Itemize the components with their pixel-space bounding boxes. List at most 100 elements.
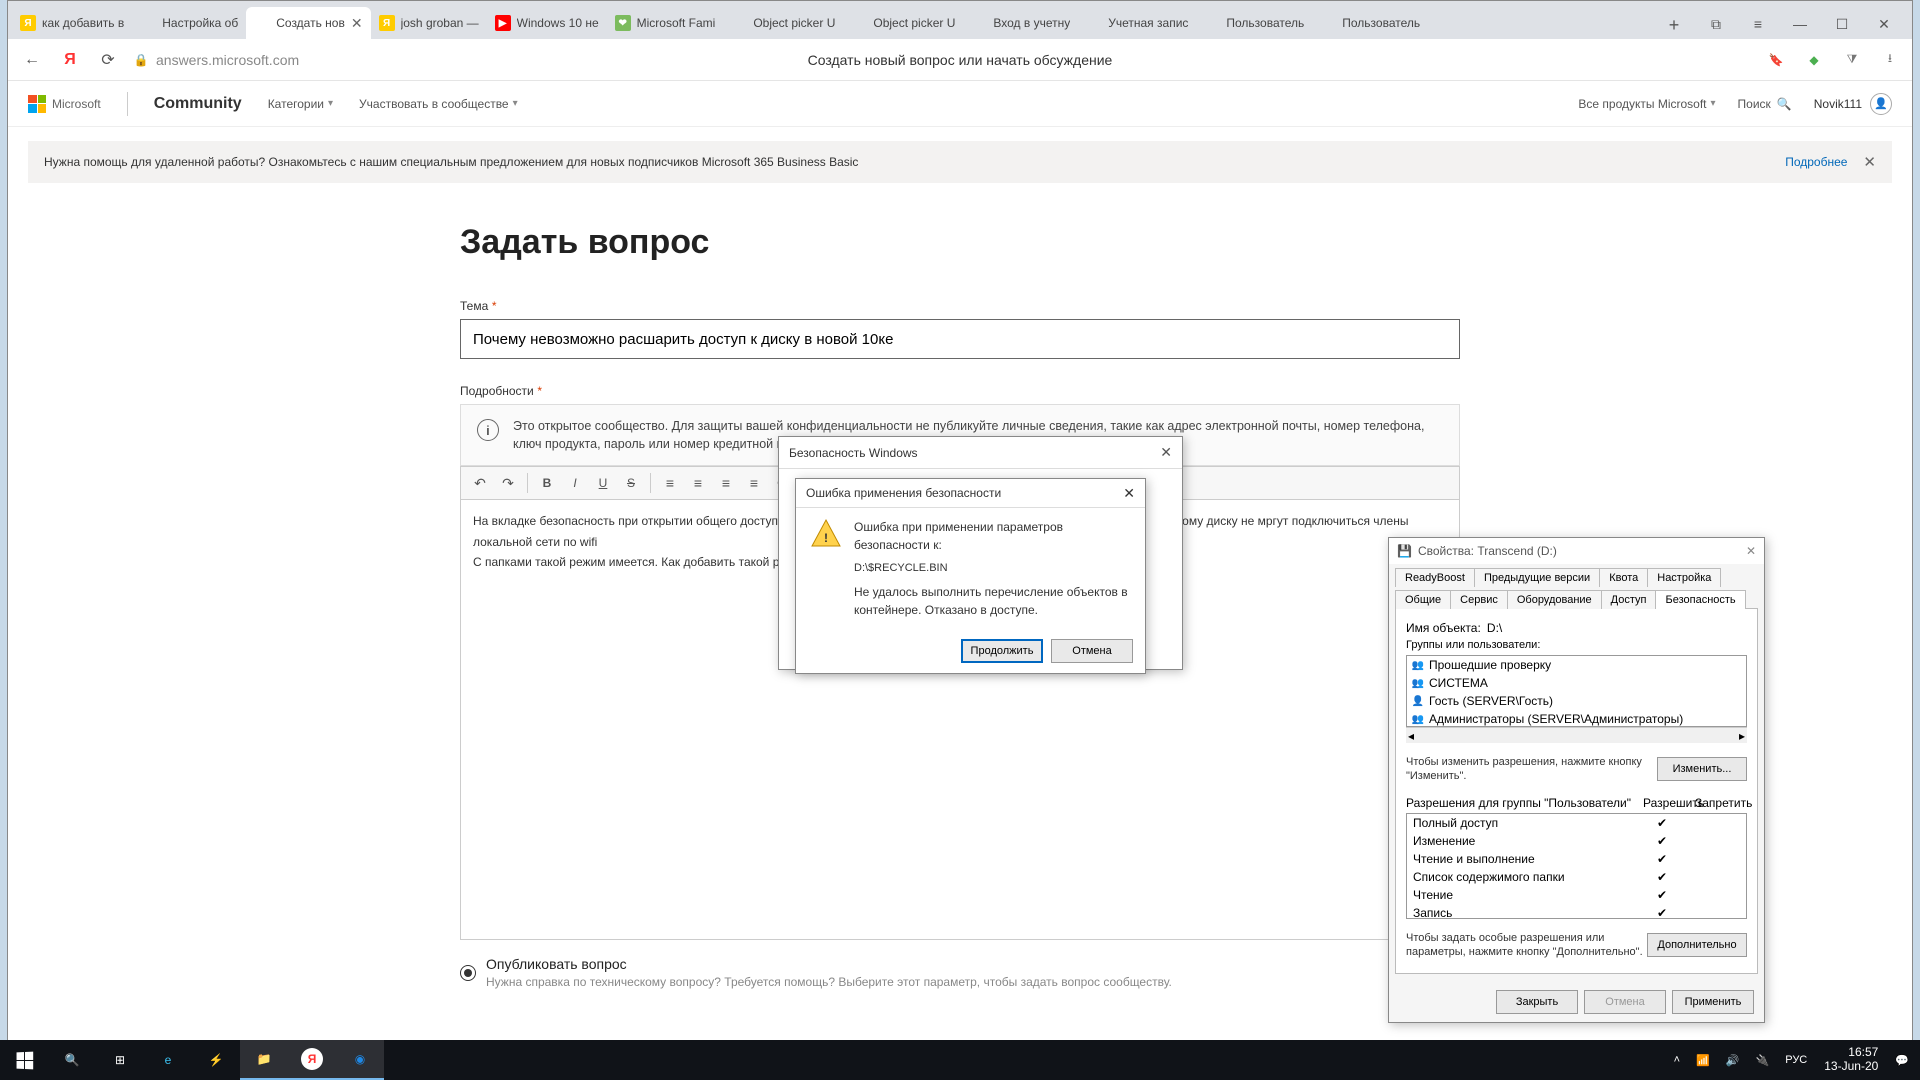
page-heading: Задать вопрос <box>460 223 1460 262</box>
list-item[interactable]: 👤Гость (SERVER\Гость) <box>1407 692 1746 710</box>
groups-listbox[interactable]: 👥Прошедшие проверку👥СИСТЕМА👤Гость (SERVE… <box>1406 655 1747 727</box>
property-tab[interactable]: Настройка <box>1647 568 1721 587</box>
yandex-home-button[interactable]: Я <box>56 46 84 74</box>
permissions-list[interactable]: Полный доступ✔Изменение✔Чтение и выполне… <box>1406 813 1747 919</box>
strike-button[interactable]: S <box>618 470 644 496</box>
cancel-button[interactable]: Отмена <box>1051 639 1133 663</box>
browser-tab[interactable]: Яjosh groban — <box>371 7 487 39</box>
redo-button[interactable]: ↷ <box>495 470 521 496</box>
taskbar: 🔍 ⊞ e ⚡ 📁 Я ◉ ˄ 📶 🔊 🔌 РУС 16:57 13-Jun-2… <box>0 1040 1920 1080</box>
banner-link[interactable]: Подробнее <box>1785 155 1847 169</box>
close-icon[interactable]: ✕ <box>1160 444 1172 461</box>
property-tab[interactable]: Безопасность <box>1655 590 1745 609</box>
close-tab-icon[interactable]: ✕ <box>351 15 363 32</box>
favicon <box>851 15 867 31</box>
publish-question-radio[interactable] <box>460 965 476 981</box>
bold-button[interactable]: B <box>534 470 560 496</box>
property-tab[interactable]: Квота <box>1599 568 1648 587</box>
teamviewer-app-icon[interactable]: ◉ <box>336 1040 384 1080</box>
bookmark-icon[interactable]: 🔖 <box>1764 48 1788 72</box>
network-icon[interactable]: 📶 <box>1689 1040 1717 1080</box>
permission-row: Чтение✔ <box>1407 886 1746 904</box>
cancel-button[interactable]: Отмена <box>1584 990 1666 1014</box>
browser-tab[interactable]: Вход в учетну <box>963 7 1078 39</box>
allow-check: ✔ <box>1636 852 1688 866</box>
power-icon[interactable]: 🔌 <box>1749 1040 1777 1080</box>
close-icon[interactable]: ✕ <box>1746 544 1756 558</box>
winamp-app-icon[interactable]: ⚡ <box>192 1040 240 1080</box>
property-tab[interactable]: ReadyBoost <box>1395 568 1475 587</box>
categories-menu[interactable]: Категории▾ <box>268 97 333 111</box>
browser-tab[interactable]: ❤Microsoft Fami <box>607 7 724 39</box>
clock[interactable]: 16:57 13-Jun-20 <box>1816 1040 1886 1080</box>
italic-button[interactable]: I <box>562 470 588 496</box>
dialog-title: Ошибка применения безопасности <box>806 486 1001 500</box>
start-button[interactable] <box>0 1040 48 1080</box>
align-left-button[interactable]: ≡ <box>657 470 683 496</box>
browser-menu-button[interactable]: ≡ <box>1740 9 1776 39</box>
close-icon[interactable]: ✕ <box>1123 485 1135 502</box>
browser-tab[interactable]: Создать нов✕ <box>246 7 370 39</box>
browser-tab[interactable]: Настройка об <box>132 7 246 39</box>
property-tab[interactable]: Общие <box>1395 590 1451 609</box>
align-right-button[interactable]: ≡ <box>713 470 739 496</box>
user-menu[interactable]: Novik111👤 <box>1814 93 1892 115</box>
tray-chevron-icon[interactable]: ˄ <box>1667 1040 1687 1080</box>
window-maximize-button[interactable]: ☐ <box>1824 9 1860 39</box>
notifications-icon[interactable]: 💬 <box>1888 1040 1916 1080</box>
align-justify-button[interactable]: ≡ <box>741 470 767 496</box>
browser-tab[interactable]: Object picker U <box>843 7 963 39</box>
browser-tab[interactable]: Учетная запис <box>1078 7 1196 39</box>
undo-button[interactable]: ↶ <box>467 470 493 496</box>
microsoft-logo[interactable]: Microsoft <box>28 95 101 113</box>
property-tab[interactable]: Оборудование <box>1507 590 1602 609</box>
underline-button[interactable]: U <box>590 470 616 496</box>
browser-tab[interactable]: Якак добавить в <box>12 7 132 39</box>
yandex-browser-app-icon[interactable]: Я <box>288 1040 336 1080</box>
apply-button[interactable]: Применить <box>1672 990 1754 1014</box>
list-item[interactable]: 👥СИСТЕМА <box>1407 674 1746 692</box>
banner-close-button[interactable]: ✕ <box>1863 153 1876 171</box>
tabs-overview-button[interactable]: ⧉ <box>1698 9 1734 39</box>
list-item[interactable]: 👥Прошедшие проверку <box>1407 656 1746 674</box>
advanced-button[interactable]: Дополнительно <box>1647 933 1747 957</box>
address-bar: ← Я ⟳ 🔒 answers.microsoft.com Создать но… <box>8 39 1912 81</box>
continue-button[interactable]: Продолжить <box>961 639 1043 663</box>
warning-icon: ! <box>810 518 842 550</box>
search-button[interactable]: 🔍 <box>48 1040 96 1080</box>
property-tab[interactable]: Сервис <box>1450 590 1508 609</box>
participate-menu[interactable]: Участвовать в сообществе▾ <box>359 97 518 111</box>
task-view-button[interactable]: ⊞ <box>96 1040 144 1080</box>
list-item[interactable]: 👥Администраторы (SERVER\Администраторы) <box>1407 710 1746 727</box>
property-tab[interactable]: Предыдущие версии <box>1474 568 1600 587</box>
edge-app-icon[interactable]: e <box>144 1040 192 1080</box>
change-button[interactable]: Изменить... <box>1657 757 1747 781</box>
window-minimize-button[interactable]: — <box>1782 9 1818 39</box>
browser-tab[interactable]: Пользователь <box>1196 7 1312 39</box>
products-menu[interactable]: Все продукты Microsoft▾ <box>1578 97 1715 111</box>
theme-input[interactable] <box>460 319 1460 359</box>
extensions-icon[interactable]: ⧩ <box>1840 48 1864 72</box>
new-tab-button[interactable]: + <box>1660 11 1688 39</box>
favicon <box>971 15 987 31</box>
browser-tab[interactable]: ▶Windows 10 не <box>487 7 607 39</box>
permission-row: Список содержимого папки✔ <box>1407 868 1746 886</box>
property-tab[interactable]: Доступ <box>1601 590 1657 609</box>
browser-tab[interactable]: Пользователь <box>1312 7 1428 39</box>
community-link[interactable]: Community <box>154 95 242 113</box>
browser-tab[interactable]: Object picker U <box>723 7 843 39</box>
drive-icon: 💾 <box>1397 544 1412 558</box>
language-indicator[interactable]: РУС <box>1778 1040 1814 1080</box>
close-button[interactable]: Закрыть <box>1496 990 1578 1014</box>
horizontal-scrollbar[interactable]: ◂▸ <box>1406 727 1747 743</box>
volume-icon[interactable]: 🔊 <box>1719 1040 1747 1080</box>
align-center-button[interactable]: ≡ <box>685 470 711 496</box>
back-button[interactable]: ← <box>18 46 46 74</box>
explorer-app-icon[interactable]: 📁 <box>240 1040 288 1080</box>
reload-button[interactable]: ⟳ <box>94 46 122 74</box>
allow-check: ✔ <box>1636 870 1688 884</box>
protect-shield-icon[interactable]: ◆ <box>1802 48 1826 72</box>
window-close-button[interactable]: ✕ <box>1866 9 1902 39</box>
search-link[interactable]: Поиск🔍 <box>1738 97 1792 111</box>
downloads-icon[interactable]: ⭳ <box>1878 48 1902 72</box>
